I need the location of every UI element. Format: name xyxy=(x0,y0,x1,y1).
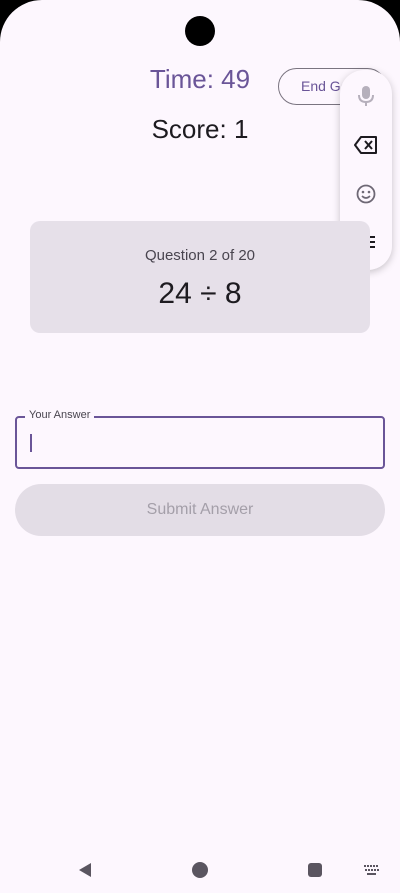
back-icon[interactable] xyxy=(78,862,92,883)
backspace-icon[interactable] xyxy=(350,129,382,161)
navigation-bar xyxy=(0,848,400,893)
home-icon[interactable] xyxy=(192,862,208,878)
status-bar xyxy=(0,0,400,46)
camera-cutout xyxy=(185,16,215,46)
app-screen: Time: 49 End Game Score: 1 Question 2 of… xyxy=(0,0,400,893)
recents-icon[interactable] xyxy=(308,863,322,877)
question-progress: Question 2 of 20 xyxy=(144,247,256,264)
answer-input[interactable] xyxy=(15,416,385,469)
submit-answer-button[interactable]: Submit Answer xyxy=(15,484,385,536)
microphone-icon[interactable] xyxy=(350,80,382,112)
keyboard-icon[interactable] xyxy=(364,864,380,882)
score-text: Score: 1 xyxy=(151,114,249,144)
emoji-icon[interactable] xyxy=(350,178,382,210)
question-card: Question 2 of 20 24 ÷ 8 xyxy=(30,221,370,333)
math-problem: 24 ÷ 8 xyxy=(158,277,242,310)
text-cursor xyxy=(30,434,32,452)
timer-text: Time: 49 xyxy=(149,64,251,94)
answer-label: Your Answer xyxy=(25,409,95,421)
